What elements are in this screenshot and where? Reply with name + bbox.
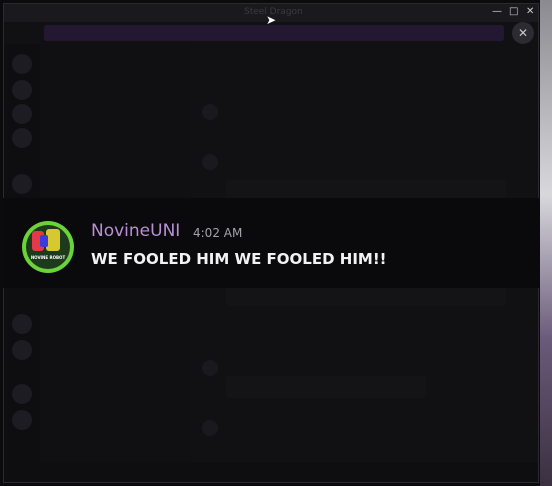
message-username[interactable]: NovineUNI <box>91 221 180 241</box>
bottom-bar <box>4 462 538 482</box>
server-icon[interactable] <box>12 384 32 404</box>
close-overlay-icon[interactable]: ✕ <box>512 22 534 44</box>
server-icon[interactable] <box>12 174 32 194</box>
server-icon[interactable] <box>12 128 32 148</box>
message-spotlight: NOVINE ROBOT NovineUNI 4:02 AM WE FOOLED… <box>3 198 539 288</box>
mouse-cursor-icon: ➤ <box>266 13 277 27</box>
server-icon[interactable] <box>12 314 32 334</box>
message-embed <box>226 376 426 398</box>
avatar <box>202 104 218 120</box>
avatar <box>202 154 218 170</box>
notice-banner <box>44 25 504 41</box>
minimize-icon[interactable]: — <box>492 6 502 17</box>
robot-figure <box>40 235 48 247</box>
avatar <box>202 420 218 436</box>
avatar-caption: NOVINE ROBOT <box>30 255 66 260</box>
server-icon[interactable] <box>12 104 32 124</box>
server-icon[interactable] <box>12 340 32 360</box>
robot-figure <box>46 229 60 251</box>
message-timestamp: 4:02 AM <box>193 226 243 240</box>
close-window-icon[interactable]: ✕ <box>526 6 534 17</box>
avatar <box>202 360 218 376</box>
maximize-icon[interactable]: □ <box>509 6 518 17</box>
avatar[interactable]: NOVINE ROBOT <box>22 221 74 273</box>
server-icon[interactable] <box>12 410 32 430</box>
server-icon[interactable] <box>12 80 32 100</box>
server-icon[interactable] <box>12 54 32 74</box>
desktop-background <box>540 0 552 486</box>
message-text: WE FOOLED HIM WE FOOLED HIM!! <box>91 250 387 268</box>
